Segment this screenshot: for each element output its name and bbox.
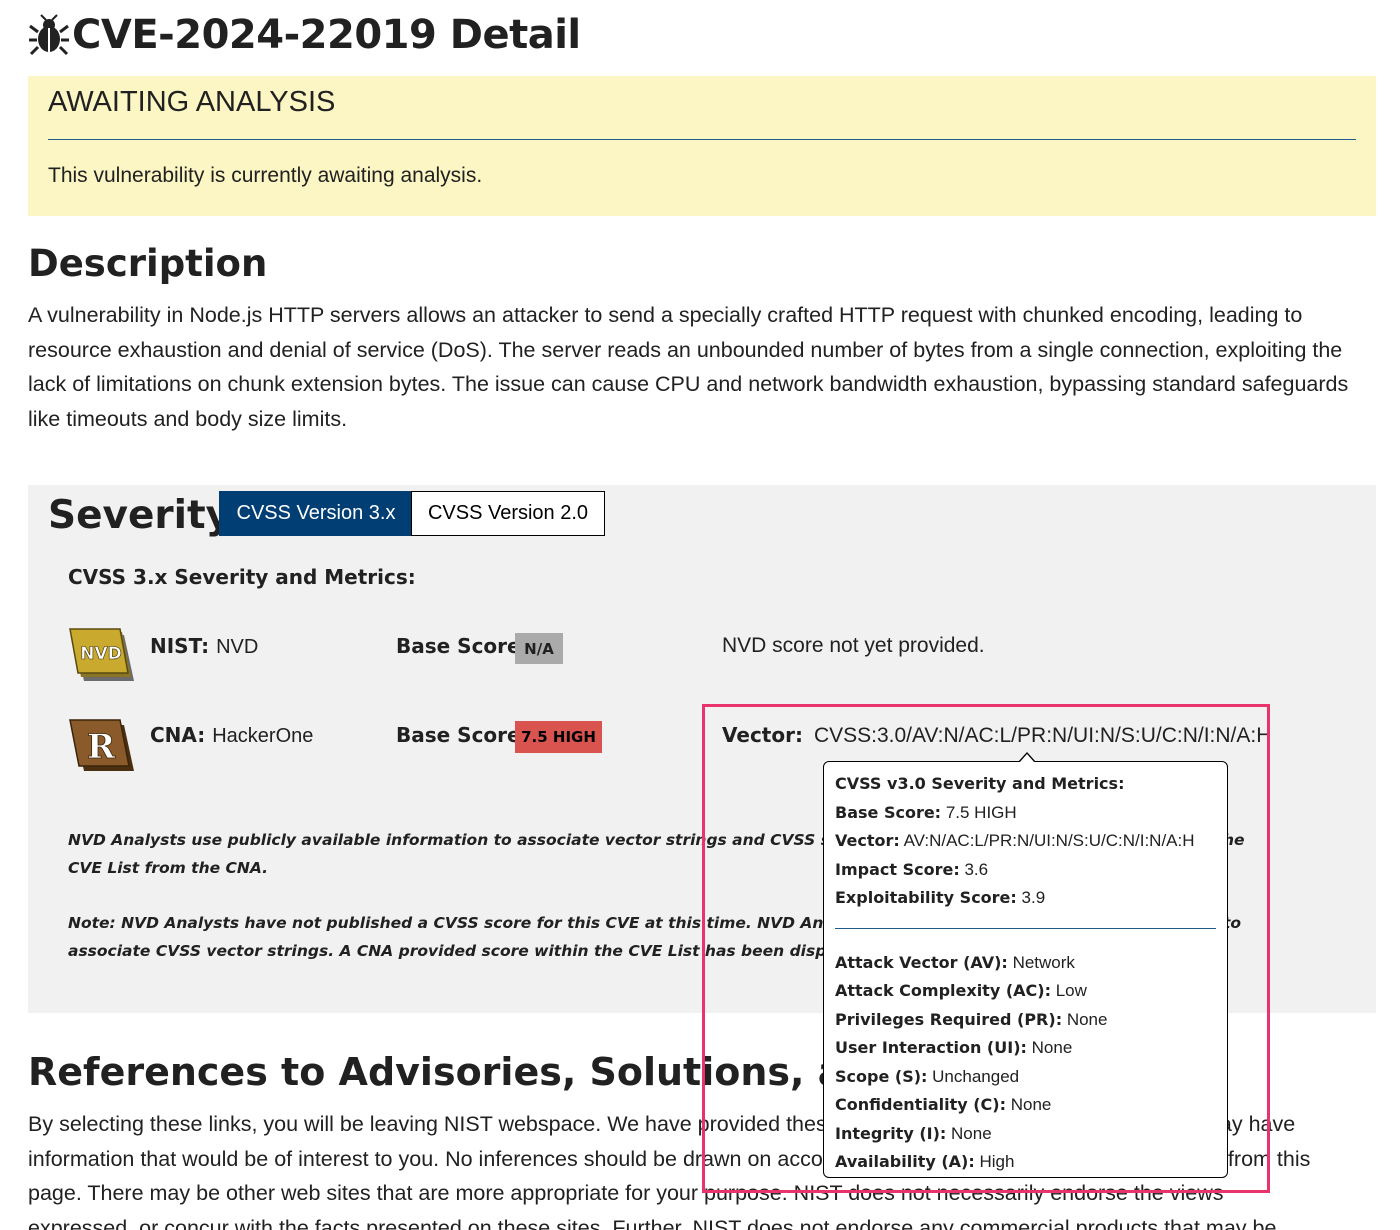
severity-title: Severity bbox=[48, 493, 232, 538]
tooltip-metric: Availability (A): High bbox=[835, 1152, 1015, 1171]
cna-label: CNA: bbox=[150, 723, 206, 747]
tooltip-exploitability-score: Exploitability Score: 3.9 bbox=[835, 888, 1046, 907]
tooltip-vector: Vector: AV:N/AC:L/PR:N/UI:N/S:U/C:N/I:N/… bbox=[835, 831, 1195, 850]
tooltip-metric: Attack Vector (AV): Network bbox=[835, 952, 1075, 972]
tooltip-impact-score: Impact Score: 3.6 bbox=[835, 859, 989, 879]
nist-label: NIST: bbox=[150, 634, 210, 658]
cna-value: HackerOne bbox=[212, 725, 314, 747]
awaiting-analysis-title: AWAITING ANALYSIS bbox=[48, 86, 336, 118]
tooltip-metric: Scope (S): Unchanged bbox=[835, 1066, 1020, 1086]
nist-value: NVD bbox=[216, 636, 259, 658]
nist-base-score-label: Base Score: bbox=[396, 634, 529, 658]
tooltip-title: CVSS v3.0 Severity and Metrics: bbox=[835, 774, 1125, 793]
description-text: A vulnerability in Node.js HTTP servers … bbox=[28, 303, 1349, 431]
tooltip-metric: User Interaction (UI): None bbox=[835, 1038, 1073, 1057]
tooltip-metric: Confidentiality (C): None bbox=[835, 1095, 1052, 1114]
cvss-note-line2: associate CVSS vector strings. A CNA pro… bbox=[68, 942, 880, 960]
cna-base-score-label: Base Score: bbox=[396, 723, 529, 747]
cna-label-row: CNA: HackerOne bbox=[150, 723, 313, 748]
bug-icon bbox=[29, 14, 69, 56]
page-title-text: CVE-2024-22019 Detail bbox=[72, 12, 581, 58]
tooltip-metric: Privileges Required (PR): None bbox=[835, 1009, 1108, 1029]
nist-label-row: NIST: NVD bbox=[150, 634, 258, 659]
cvss-note-line1: Note: NVD Analysts have not published a … bbox=[68, 914, 939, 932]
tooltip-divider bbox=[835, 927, 1216, 929]
tooltip-metric: Attack Complexity (AC): Low bbox=[835, 981, 1087, 1000]
tab-cvss-20[interactable]: CVSS Version 2.0 bbox=[411, 491, 605, 536]
cna-badge-text: R bbox=[87, 727, 116, 767]
nvd-badge-text: NVD bbox=[80, 644, 122, 664]
nist-score-badge[interactable]: N/A bbox=[515, 633, 563, 664]
analyst-note-line1: NVD Analysts use publicly available info… bbox=[68, 831, 930, 849]
vector-row: Vector: CVSS:3.0/AV:N/AC:L/PR:N/UI:N/S:U… bbox=[722, 723, 1271, 748]
awaiting-analysis-text: This vulnerability is currently awaiting… bbox=[48, 164, 483, 187]
vector-value[interactable]: CVSS:3.0/AV:N/AC:L/PR:N/UI:N/S:U/C:N/I:N… bbox=[814, 724, 1271, 747]
page-title: CVE-2024-22019 Detail bbox=[28, 12, 581, 58]
divider bbox=[48, 139, 1356, 140]
cna-icon: R bbox=[69, 719, 134, 771]
awaiting-analysis-banner: AWAITING ANALYSIS This vulnerability is … bbox=[28, 76, 1376, 216]
description-title: Description bbox=[28, 242, 268, 285]
nist-note: NVD score not yet provided. bbox=[722, 634, 985, 657]
metrics-title: CVSS 3.x Severity and Metrics: bbox=[68, 565, 416, 589]
cna-score-badge[interactable]: 7.5 HIGH bbox=[515, 721, 602, 753]
tooltip-metric: Integrity (I): None bbox=[835, 1123, 992, 1143]
tooltip-base-score: Base Score: 7.5 HIGH bbox=[835, 802, 1017, 822]
tab-cvss-3x[interactable]: CVSS Version 3.x bbox=[219, 491, 413, 536]
nvd-icon: NVD bbox=[69, 628, 134, 681]
tooltip-arrow-inner bbox=[1019, 754, 1035, 763]
analyst-note-line2: CVE List from the CNA. bbox=[68, 859, 269, 877]
vector-label: Vector: bbox=[722, 723, 803, 747]
cvss-tooltip: CVSS v3.0 Severity and Metrics: Base Sco… bbox=[823, 761, 1228, 1178]
